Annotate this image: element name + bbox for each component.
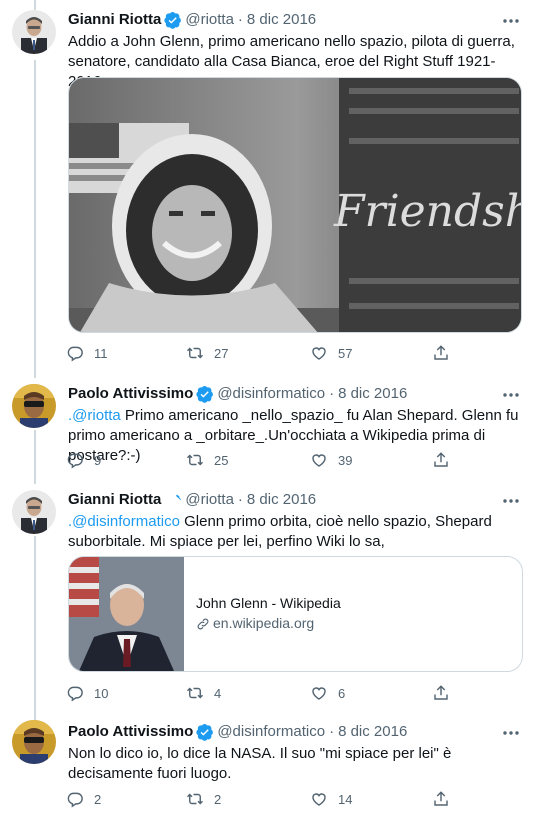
avatar[interactable] <box>12 10 56 54</box>
avatar[interactable] <box>12 384 56 428</box>
verified-badge-icon <box>196 385 214 403</box>
tweet-date[interactable]: 8 dic 2016 <box>338 384 407 404</box>
like-button[interactable]: 57 <box>310 342 352 364</box>
like-count: 39 <box>338 452 353 468</box>
separator-dot: · <box>329 723 335 740</box>
reply-icon <box>67 346 83 362</box>
author-name[interactable]: Paolo Attivissimo <box>68 722 193 742</box>
link-icon <box>197 618 209 629</box>
like-icon <box>312 347 326 360</box>
like-count: 6 <box>338 685 346 701</box>
retweet-button[interactable]: 25 <box>186 449 228 471</box>
retweet-count: 4 <box>214 685 222 701</box>
author-name[interactable]: Gianni Riotta <box>68 490 161 510</box>
separator-dot: · <box>237 491 243 508</box>
more-icon[interactable] <box>499 12 523 30</box>
mention-link[interactable]: .@disinformatico <box>68 513 180 530</box>
tweet[interactable]: Paolo Attivissimo @disinformatico · 8 di… <box>0 712 547 819</box>
retweet-icon <box>186 793 204 805</box>
link-card[interactable]: John Glenn - Wikipedia en.wikipedia.org <box>68 556 523 672</box>
like-icon <box>312 454 326 467</box>
retweet-button[interactable]: 27 <box>186 342 228 364</box>
reply-button[interactable]: 11 <box>66 342 108 364</box>
reply-icon <box>67 792 83 808</box>
like-button[interactable]: 6 <box>310 682 345 704</box>
more-icon[interactable] <box>499 724 523 742</box>
tweet-date[interactable]: 8 dic 2016 <box>338 722 407 742</box>
like-count: 14 <box>338 791 353 807</box>
friendship-7-lettering: Friendship 7 <box>333 186 522 237</box>
author-handle[interactable]: @riotta <box>185 10 234 30</box>
link-card-image <box>69 557 184 671</box>
author-name[interactable]: Gianni Riotta <box>68 10 161 30</box>
author-handle[interactable]: @disinformatico <box>217 722 325 742</box>
avatar[interactable] <box>12 720 56 764</box>
reply-count: 2 <box>94 791 102 807</box>
author-handle[interactable]: @riotta <box>185 490 234 510</box>
tweet[interactable]: Gianni Riotta @riotta · 8 dic 2016 .@dis… <box>0 484 547 712</box>
like-icon <box>312 793 326 806</box>
mention-link[interactable]: .@riotta <box>68 407 121 424</box>
separator-dot: · <box>329 385 335 402</box>
reply-button[interactable]: 10 <box>66 682 108 704</box>
retweet-count: 2 <box>214 791 222 807</box>
tweet-date[interactable]: 8 dic 2016 <box>247 490 316 510</box>
link-card-title: John Glenn - Wikipedia <box>196 595 341 611</box>
share-icon <box>434 685 448 700</box>
tweet-text: Non lo dico io, lo dice la NASA. Il suo … <box>68 745 452 782</box>
tweet-date[interactable]: 8 dic 2016 <box>247 10 316 30</box>
retweet-button[interactable]: 2 <box>186 788 221 810</box>
share-button[interactable] <box>432 449 450 471</box>
like-icon <box>312 687 326 700</box>
tweet-text: .@disinformatico Glenn primo orbita, cio… <box>68 512 527 552</box>
reply-count: 10 <box>94 685 109 701</box>
tweet[interactable]: Paolo Attivissimo @disinformatico · 8 di… <box>0 378 547 484</box>
share-icon <box>434 452 448 467</box>
avatar[interactable] <box>12 490 56 534</box>
reply-count: 9 <box>94 452 102 468</box>
like-button[interactable]: 39 <box>310 449 352 471</box>
share-icon <box>434 791 448 806</box>
retweet-button[interactable]: 4 <box>186 682 221 704</box>
share-button[interactable] <box>432 682 450 704</box>
verified-badge-icon <box>196 723 214 741</box>
more-icon[interactable] <box>499 492 523 510</box>
share-button[interactable] <box>432 788 450 810</box>
retweet-icon <box>186 347 204 359</box>
author-name[interactable]: Paolo Attivissimo <box>68 384 193 404</box>
link-card-domain: en.wikipedia.org <box>213 615 315 631</box>
share-icon <box>434 345 448 360</box>
like-count: 57 <box>338 345 353 361</box>
separator-dot: · <box>237 11 243 28</box>
verified-badge-icon <box>164 11 182 29</box>
reply-icon <box>67 686 83 702</box>
retweet-icon <box>186 454 204 466</box>
tweet-photo[interactable]: Friendship 7 <box>68 77 522 333</box>
reply-button[interactable]: 9 <box>66 449 101 471</box>
more-icon[interactable] <box>499 386 523 404</box>
reply-count: 11 <box>94 345 108 361</box>
reply-button[interactable]: 2 <box>66 788 101 810</box>
retweet-icon <box>186 687 204 699</box>
author-handle[interactable]: @disinformatico <box>217 384 325 404</box>
retweet-count: 27 <box>214 345 229 361</box>
like-button[interactable]: 14 <box>310 788 352 810</box>
tweet[interactable]: Gianni Riotta @riotta · 8 dic 2016 Addio… <box>0 0 547 378</box>
share-button[interactable] <box>432 342 450 364</box>
reply-icon <box>67 453 83 469</box>
retweet-count: 25 <box>214 452 229 468</box>
verified-badge-icon <box>164 491 182 509</box>
